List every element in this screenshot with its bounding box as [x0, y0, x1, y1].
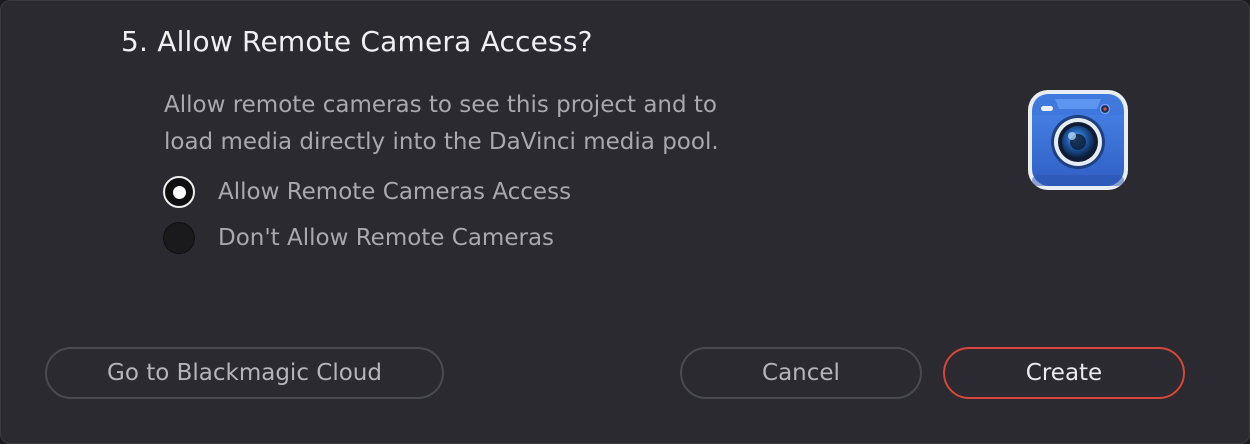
dialog-title: 5. Allow Remote Camera Access? [121, 25, 593, 58]
option-dont-allow-remote-cameras[interactable]: Don't Allow Remote Cameras [163, 221, 554, 255]
camera-app-icon [1027, 89, 1129, 191]
create-button[interactable]: Create [943, 347, 1185, 399]
option-label: Don't Allow Remote Cameras [218, 225, 555, 251]
description-line-2: load media directly into the DaVinci med… [164, 129, 719, 155]
radio-dot [172, 185, 186, 199]
cancel-button[interactable]: Cancel [680, 347, 922, 399]
radio-selected-icon[interactable] [163, 176, 195, 208]
description-line-1: Allow remote cameras to see this project… [164, 92, 717, 118]
radio-unselected-icon[interactable] [163, 222, 195, 254]
go-to-blackmagic-cloud-button[interactable]: Go to Blackmagic Cloud [45, 347, 444, 399]
option-allow-remote-cameras[interactable]: Allow Remote Cameras Access [163, 175, 571, 209]
remote-camera-dialog: 5. Allow Remote Camera Access? Allow rem… [0, 0, 1250, 444]
option-label: Allow Remote Cameras Access [218, 179, 572, 205]
dialog-description: Allow remote cameras to see this project… [164, 87, 804, 161]
